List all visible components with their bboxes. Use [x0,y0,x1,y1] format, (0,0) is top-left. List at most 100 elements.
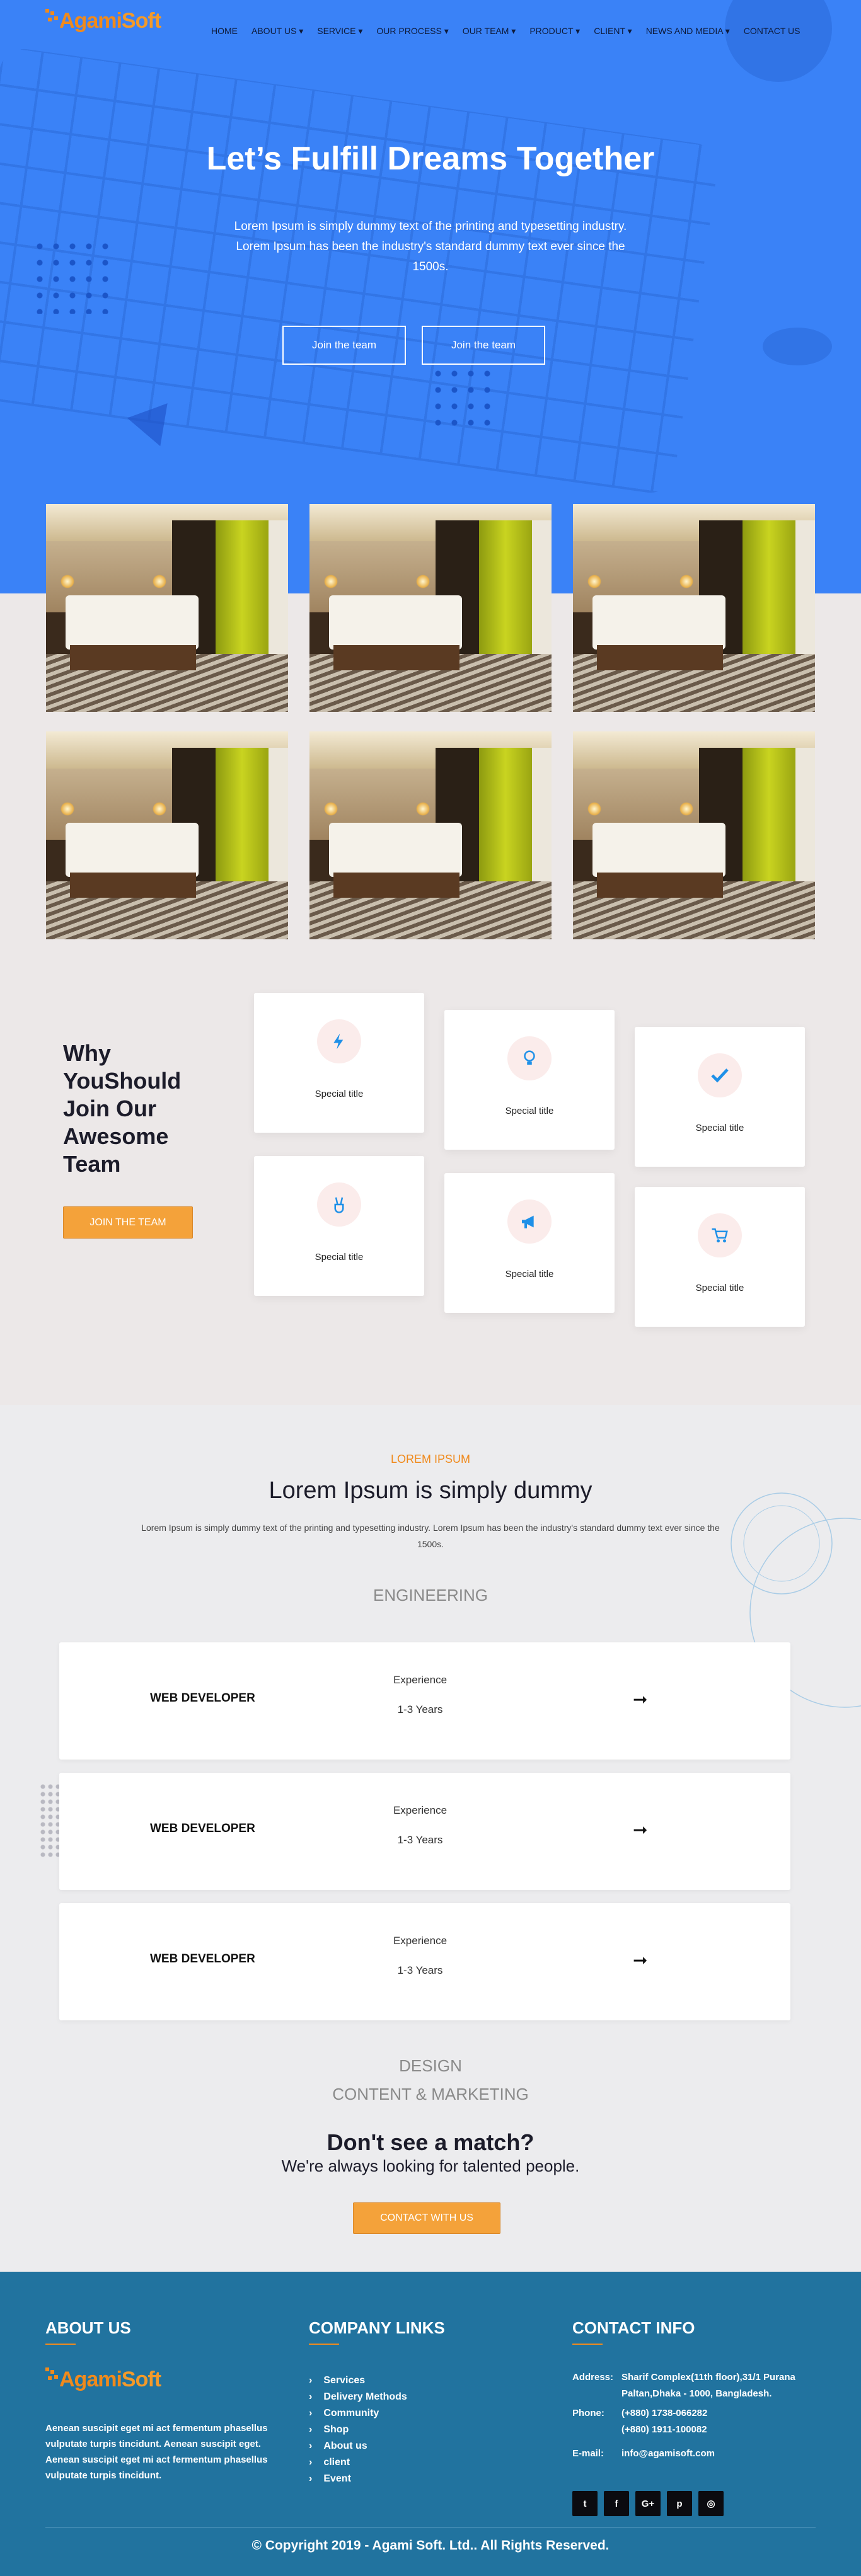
logo-mark-icon [45,9,59,23]
job-experience-label: Experience [393,1674,448,1686]
footer-link[interactable]: Event [309,2471,407,2487]
careers-title: Lorem Ipsum is simply dummy [269,1477,592,1504]
feature-card[interactable]: Special title [635,1027,805,1167]
decor-dots [430,365,499,435]
nav-product[interactable]: PRODUCT ▾ [529,26,580,37]
job-card[interactable]: WEB DEVELOPER Experience 1-3 Years ➞ [59,1642,790,1760]
feature-card[interactable]: Special title [254,1156,424,1296]
no-match-subtitle: We're always looking for talented people… [281,2156,580,2175]
footer-logo[interactable]: AgamiSoft [45,2367,161,2392]
no-match-title: Don't see a match? [326,2129,535,2155]
arrow-right-icon[interactable]: ➞ [633,1689,647,1710]
address-value: Sharif Complex(11th floor),31/1 Purana P… [621,2372,795,2399]
footer-link[interactable]: Delivery Methods [309,2389,407,2405]
job-experience-label: Experience [393,1804,448,1816]
feature-card-title: Special title [315,1252,364,1262]
logo-text-soft: Soft [121,2367,161,2391]
join-team-button-1[interactable]: Join the team [282,326,406,365]
pinterest-icon[interactable]: p [667,2491,692,2516]
gallery-photo[interactable] [46,731,288,939]
footer-links: Services Delivery Methods Community Shop… [309,2373,407,2487]
nav-client[interactable]: CLIENT ▾ [594,26,632,37]
nav-home[interactable]: HOME [211,26,238,37]
careers-text: Lorem Ipsum is simply dummy text of the … [141,1523,720,1549]
nav-contact-us[interactable]: CONTACT US [744,26,800,37]
nav-service[interactable]: SERVICE ▾ [317,26,362,37]
gallery-photo[interactable] [573,504,815,712]
job-experience-years: 1-3 Years [397,1834,443,1846]
address-label: Address: [572,2372,614,2383]
footer-link[interactable]: Services [309,2373,407,2389]
decor-dots [32,238,113,314]
brand-logo[interactable]: AgamiSoft [45,9,161,33]
job-card[interactable]: WEB DEVELOPER Experience 1-3 Years ➞ [59,1903,790,2020]
copyright: © Copyright 2019 - Agami Soft. Ltd.. All… [251,2538,610,2553]
job-card[interactable]: WEB DEVELOPER Experience 1-3 Years ➞ [59,1773,790,1890]
gallery-photo[interactable] [309,731,552,939]
gallery-photo[interactable] [46,504,288,712]
job-title: WEB DEVELOPER [150,1692,255,1705]
nav-our-process[interactable]: OUR PROCESS ▾ [376,26,448,37]
feature-card-title: Special title [695,1283,744,1293]
megaphone-icon [507,1199,552,1244]
feature-card[interactable]: Special title [635,1187,805,1327]
contact-with-us-button[interactable]: CONTACT WITH US [353,2202,500,2234]
nav-news-media[interactable]: NEWS AND MEDIA ▾ [646,26,730,37]
email-value[interactable]: info@agamisoft.com [621,2446,823,2462]
footer-contact-title: CONTACT INFO [572,2318,695,2345]
lightbulb-icon [507,1036,552,1080]
logo-text-agami: Agami [59,2367,122,2391]
twitter-icon[interactable]: t [572,2491,598,2516]
footer-link[interactable]: Shop [309,2422,407,2438]
job-experience-label: Experience [393,1935,448,1947]
feature-card-title: Special title [505,1269,554,1279]
footer-about-text: Aenean suscipit eget mi act fermentum ph… [45,2423,268,2481]
nav-about-us[interactable]: ABOUT US ▾ [251,26,303,37]
join-team-button-2[interactable]: Join the team [422,326,545,365]
logo-mark-icon [45,2367,59,2381]
category-engineering[interactable]: ENGINEERING [0,1586,861,1605]
email-label: E-mail: [572,2448,604,2459]
facebook-icon[interactable]: f [604,2491,629,2516]
dribbble-icon[interactable]: ◎ [698,2491,724,2516]
join-the-team-button[interactable]: JOIN THE TEAM [63,1206,193,1239]
peace-hand-icon [317,1182,361,1227]
phone-label: Phone: [572,2408,604,2419]
feature-card-title: Special title [505,1106,554,1116]
checkmark-icon [698,1053,742,1097]
phone-value-1[interactable]: (+880) 1738-066282 [621,2405,823,2422]
chevron-down-icon: ▾ [355,26,363,36]
footer-link[interactable]: Community [309,2405,407,2422]
job-experience-years: 1-3 Years [397,1964,443,1976]
why-join-title: Why YouShould Join Our Awesome Team [63,1040,182,1177]
footer-links-title: COMPANY LINKS [309,2318,445,2345]
job-title: WEB DEVELOPER [150,1952,255,1966]
main-nav: HOME ABOUT US ▾ SERVICE ▾ OUR PROCESS ▾ … [211,26,800,37]
phone-value-2[interactable]: (+880) 1911-100082 [621,2422,823,2438]
feature-card[interactable]: Special title [444,1173,615,1313]
chevron-down-icon: ▾ [625,26,632,36]
lightning-icon [317,1019,361,1063]
google-plus-icon[interactable]: G+ [635,2491,661,2516]
footer-link[interactable]: client [309,2454,407,2471]
chevron-down-icon: ▾ [722,26,730,36]
gallery-photo[interactable] [309,504,552,712]
hero-text: Lorem Ipsum is simply dummy text of the … [234,220,627,273]
cart-icon [698,1213,742,1257]
nav-our-team[interactable]: OUR TEAM ▾ [463,26,516,37]
category-design[interactable]: DESIGN [0,2056,861,2076]
footer-about-title: ABOUT US [45,2318,131,2345]
chevron-down-icon: ▾ [441,26,449,36]
arrow-right-icon[interactable]: ➞ [633,1819,647,1840]
gallery-photo[interactable] [573,731,815,939]
feature-card[interactable]: Special title [444,1010,615,1150]
feature-card[interactable]: Special title [254,993,424,1133]
arrow-right-icon[interactable]: ➞ [633,1950,647,1971]
decor-mouse-shape [763,328,832,365]
footer-link[interactable]: About us [309,2438,407,2454]
job-title: WEB DEVELOPER [150,1822,255,1835]
category-content-marketing[interactable]: CONTENT & MARKETING [0,2085,861,2104]
careers-kicker: LOREM IPSUM [390,1453,471,1465]
logo-text-agami: Agami [59,9,122,33]
feature-card-title: Special title [695,1123,744,1133]
